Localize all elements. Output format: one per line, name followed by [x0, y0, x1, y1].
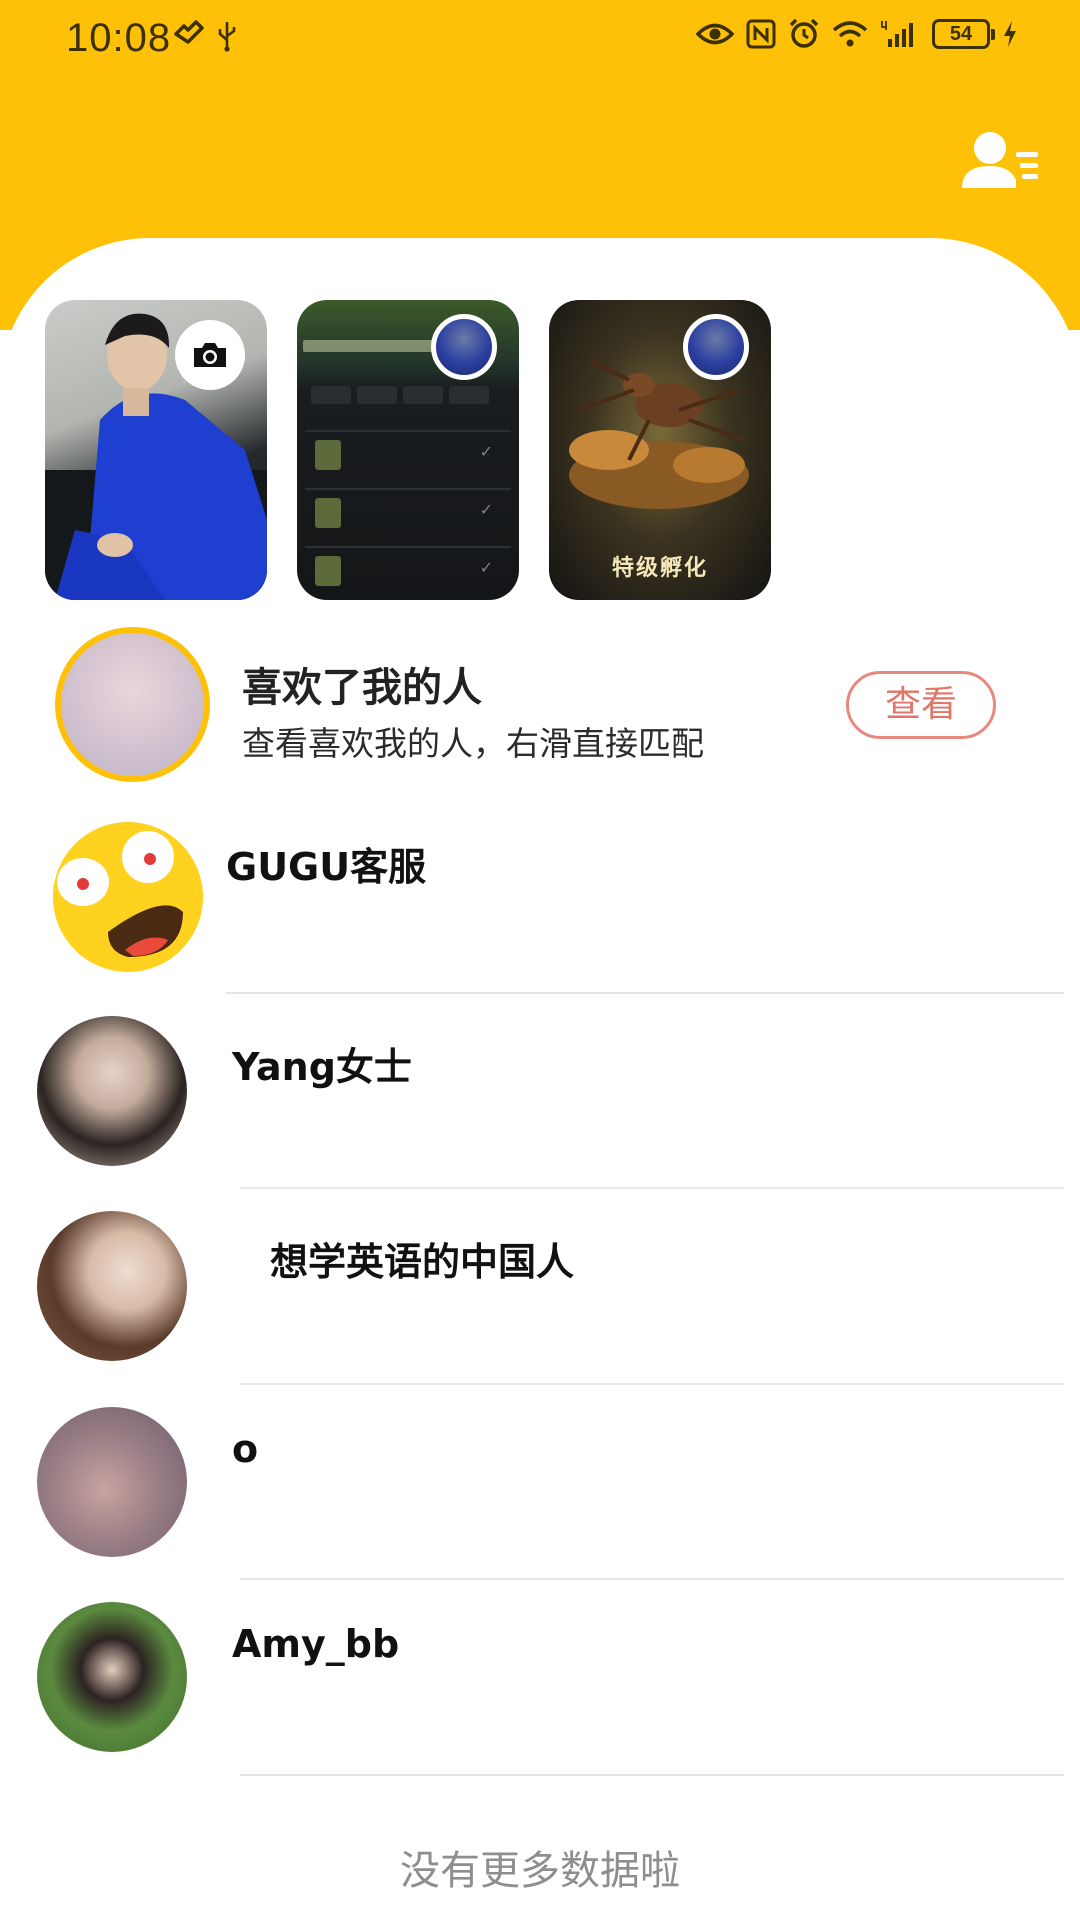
wifi-icon — [832, 21, 868, 47]
usb-icon — [218, 22, 236, 52]
divider — [240, 1774, 1064, 1776]
story-game[interactable]: ✓ ✓ ✓ — [297, 300, 519, 600]
story-game-art[interactable]: 特级孵化 — [549, 300, 771, 600]
conversation-item[interactable]: GUGU客服 — [0, 812, 1080, 1002]
game-thumb — [315, 498, 341, 528]
signal-4g-icon — [881, 21, 913, 47]
likes-avatar — [55, 627, 210, 782]
conversation-name: GUGU客服 — [226, 845, 427, 889]
avatar — [53, 822, 203, 972]
avatar — [37, 1407, 187, 1557]
nfc-icon — [746, 19, 776, 49]
charging-icon — [1004, 21, 1016, 47]
chat-screen: 10:08 54 ✓ ✓ ✓ 特级孵化 喜欢了我的人 查看喜欢我的人，右滑直接匹… — [0, 0, 1080, 1920]
eye-icon — [696, 23, 734, 45]
divider — [240, 1383, 1064, 1385]
game-row: ✓ — [305, 488, 511, 532]
story-own[interactable] — [45, 300, 267, 600]
no-more-data-text: 没有更多数据啦 — [400, 1848, 680, 1894]
camera-button[interactable] — [175, 320, 245, 390]
likes-title: 喜欢了我的人 — [242, 665, 482, 711]
conversation-name: Yang女士 — [232, 1045, 412, 1089]
status-left-icons — [172, 20, 238, 52]
status-bar: 10:08 54 — [0, 0, 1080, 80]
alarm-icon — [789, 18, 819, 48]
battery-icon: 54 — [932, 19, 995, 49]
camera-icon — [194, 343, 226, 367]
game-thumb — [315, 556, 341, 586]
game-row: ✓ — [305, 430, 511, 474]
check-icon: ✓ — [479, 560, 493, 577]
game-tab — [449, 386, 489, 404]
conversation-name: o — [232, 1427, 259, 1471]
check-icon: ✓ — [479, 444, 493, 461]
game-row: ✓ — [305, 546, 511, 590]
game-tab — [403, 386, 443, 404]
stories-row: ✓ ✓ ✓ 特级孵化 — [45, 300, 771, 600]
divider — [240, 1578, 1064, 1580]
avatar — [37, 1211, 187, 1361]
conversation-name: 想学英语的中国人 — [270, 1240, 575, 1284]
game-tab — [357, 386, 397, 404]
story-avatar — [683, 314, 749, 380]
check-icon: ✓ — [479, 502, 493, 519]
conversation-item[interactable]: 想学英语的中国人 — [0, 1207, 1080, 1392]
vpn-icon — [174, 20, 204, 44]
avatar — [37, 1016, 187, 1166]
conversation-item[interactable]: o — [0, 1403, 1080, 1588]
divider — [240, 1187, 1064, 1189]
likes-subtitle: 查看喜欢我的人，右滑直接匹配 — [242, 724, 704, 763]
likes-row[interactable]: 喜欢了我的人 查看喜欢我的人，右滑直接匹配 查看 — [0, 625, 1080, 785]
divider — [226, 992, 1064, 994]
conversation-name: Amy_bb — [232, 1622, 400, 1666]
view-likes-button[interactable]: 查看 — [846, 671, 996, 739]
game-thumb — [315, 440, 341, 470]
conversation-item[interactable]: Yang女士 — [0, 1012, 1080, 1197]
story-caption: 特级孵化 — [611, 556, 708, 581]
story-avatar — [431, 314, 497, 380]
contacts-button[interactable] — [960, 128, 1042, 198]
status-right-icons: 54 — [696, 18, 1018, 50]
avatar — [37, 1602, 187, 1752]
surprised-face-icon — [53, 822, 203, 972]
game-tab — [311, 386, 351, 404]
conversation-item[interactable]: Amy_bb — [0, 1598, 1080, 1783]
status-time: 10:08 — [66, 16, 172, 60]
user-list-icon — [962, 132, 1038, 188]
